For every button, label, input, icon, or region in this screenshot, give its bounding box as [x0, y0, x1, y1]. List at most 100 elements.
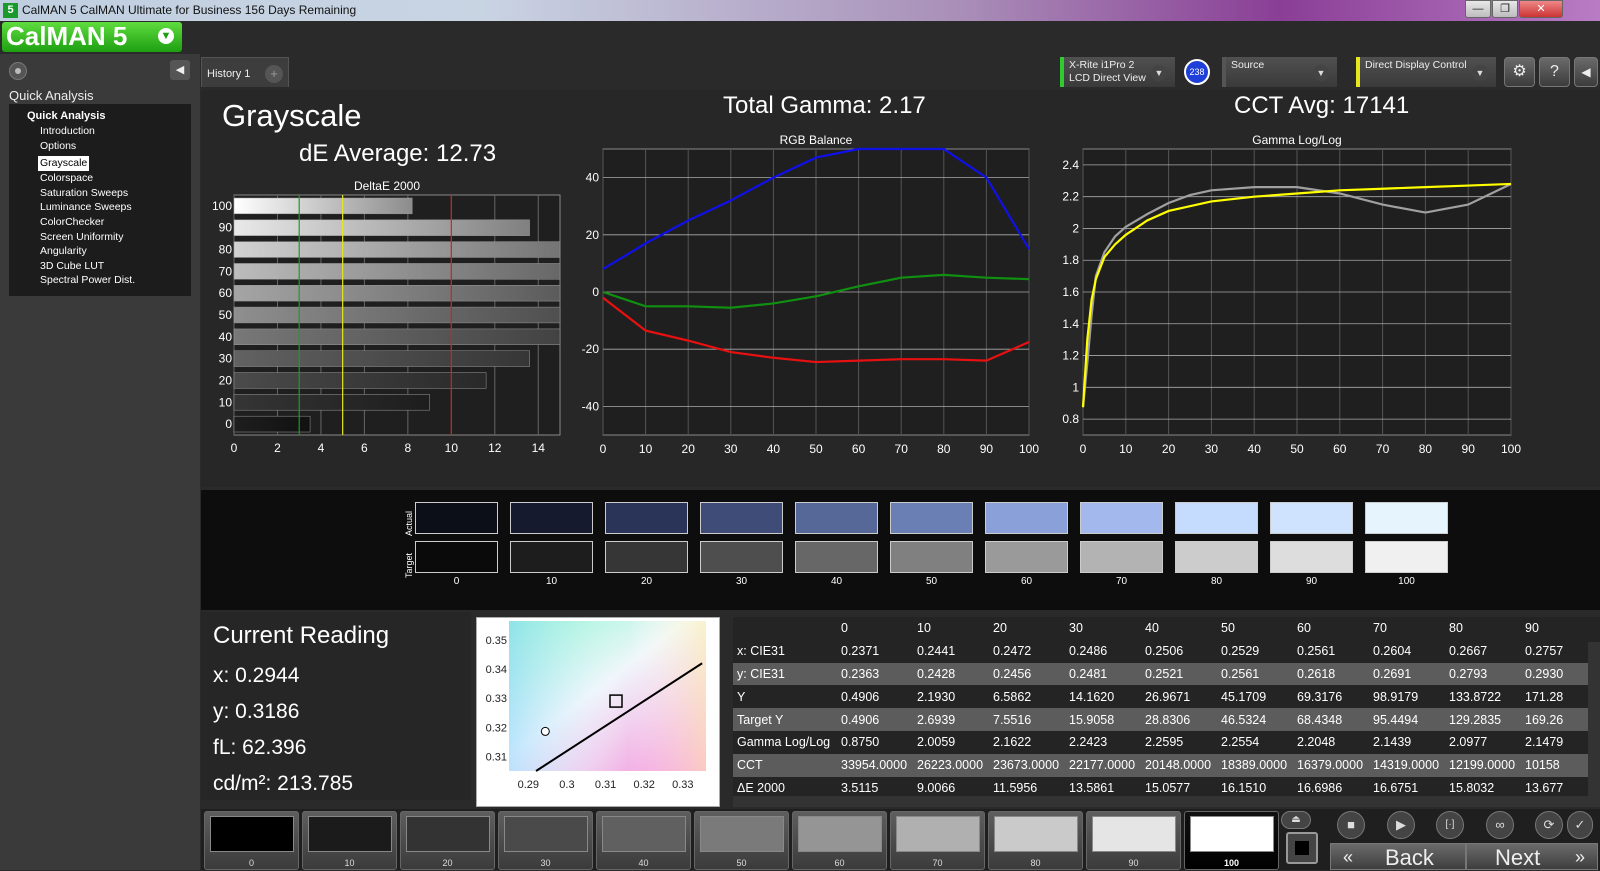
sidebar-item-saturation-sweeps[interactable]: Saturation Sweeps [40, 186, 191, 201]
column-header: 10 [917, 621, 931, 636]
restore-button[interactable]: ❐ [1492, 0, 1518, 18]
target-swatch [985, 541, 1068, 573]
sidebar-item-introduction[interactable]: Introduction [40, 124, 191, 139]
table-row[interactable]: Gamma Log/Log 0.8750 2.0059 2.1622 2.2423 2.2… [733, 731, 1591, 754]
patch-button-90[interactable]: 90 [1086, 811, 1181, 870]
x-tick-label: 14 [532, 441, 546, 455]
table-cell: 2.1930 [917, 689, 956, 704]
column-header: 60 [1297, 621, 1311, 636]
column-header: 70 [1373, 621, 1387, 636]
stop-all-button[interactable] [1286, 832, 1318, 864]
table-cell: 20148.0000 [1145, 758, 1212, 773]
back-button[interactable]: « Back [1330, 843, 1466, 870]
sidebar-item-3d-cube-lut[interactable]: 3D Cube LUT [40, 259, 191, 274]
table-cell: 2.1479 [1525, 735, 1564, 750]
patch-button-30[interactable]: 30 [498, 811, 593, 870]
table-row[interactable]: Y 0.4906 2.1930 6.5862 14.1620 26.9671 45.1709… [733, 685, 1591, 708]
stop-button[interactable]: ■ [1337, 811, 1365, 839]
source-selector[interactable]: Source ▼ [1222, 57, 1337, 87]
data-table-panel[interactable]: 0 10 20 30 40 50 60 70 80 90 x: CIE31 0.2371 0.2441 0… [733, 617, 1600, 807]
patch-button-50[interactable]: 50 [694, 811, 789, 870]
sidebar-item-options[interactable]: Options [40, 139, 191, 154]
x-tick-label: 30 [1205, 442, 1219, 456]
sidebar-item-grayscale[interactable]: Grayscale [38, 156, 90, 171]
add-tab-button[interactable]: + [265, 65, 283, 83]
eject-icon[interactable]: ⏏ [1281, 811, 1311, 829]
table-cell: 2.1622 [993, 735, 1032, 750]
tab-history-1[interactable]: History 1 + [201, 57, 289, 87]
next-button[interactable]: Next » [1466, 843, 1598, 870]
table-row[interactable]: x: CIE31 0.2371 0.2441 0.2472 0.2486 0.2506 0.… [733, 640, 1591, 663]
tree-root[interactable]: Quick Analysis [27, 110, 191, 122]
current-reading-title: Current Reading [213, 622, 390, 649]
table-cell: 0.2363 [841, 666, 880, 681]
table-cell: 129.2835 [1449, 712, 1502, 727]
x-tick-label: 20 [1162, 442, 1176, 456]
y-tick-label: 20 [586, 228, 600, 242]
play-button[interactable]: ▶ [1387, 811, 1415, 839]
home-icon[interactable] [9, 62, 27, 80]
patch-button-20[interactable]: 20 [400, 811, 495, 870]
row-header: y: CIE31 [737, 666, 785, 681]
swatch-label: 90 [1305, 576, 1318, 587]
meter-selector[interactable]: X-Rite i1Pro 2 LCD Direct View ▼ [1060, 57, 1175, 87]
patch-swatch [406, 816, 490, 852]
table-cell: 6.5862 [993, 689, 1032, 704]
sidebar-item-screen-uniformity[interactable]: Screen Uniformity [40, 230, 191, 245]
sidebar-item-luminance-sweeps[interactable]: Luminance Sweeps [40, 200, 191, 215]
y-tick-label: 1.2 [1062, 349, 1079, 363]
y-tick-label: 0.8 [1062, 412, 1079, 426]
close-button[interactable]: ✕ [1519, 0, 1563, 18]
x-tick-label: 0.33 [672, 779, 693, 791]
sidebar-item-colorchecker[interactable]: ColorChecker [40, 215, 191, 230]
y-tick-label: -40 [582, 399, 600, 413]
y-tick-label: 100 [212, 199, 232, 213]
collapse-right-button[interactable]: ◀ [1574, 57, 1598, 87]
help-button[interactable]: ? [1539, 57, 1570, 87]
patch-button-100[interactable]: 100 [1184, 811, 1279, 870]
display-selector[interactable]: Direct Display Control ▼ [1356, 57, 1496, 87]
loop-button[interactable]: ∞ [1486, 811, 1514, 839]
table-cell: 169.26 [1525, 712, 1564, 727]
sidebar-item-colorspace[interactable]: Colorspace [40, 171, 191, 186]
check-button[interactable]: ✓ [1567, 811, 1593, 839]
swatch-label: 50 [925, 576, 938, 587]
swatch-label: 30 [735, 576, 748, 587]
chevron-down-icon: ▼ [158, 28, 174, 44]
patch-button-40[interactable]: 40 [596, 811, 691, 870]
minimize-button[interactable]: — [1465, 0, 1491, 18]
y-tick-label: 0 [592, 285, 599, 299]
table-cell: 45.1709 [1221, 689, 1267, 704]
sidebar-item-spectral-power-dist-[interactable]: Spectral Power Dist. [40, 273, 191, 288]
x-tick-label: 100 [1501, 442, 1521, 456]
measure-button[interactable]: [·] [1436, 811, 1464, 839]
x-tick-label: 60 [1333, 442, 1347, 456]
table-row[interactable]: y: CIE31 0.2363 0.2428 0.2456 0.2481 0.2521 0.… [733, 662, 1591, 686]
patch-button-60[interactable]: 60 [792, 811, 887, 870]
vertical-scrollbar[interactable] [1588, 642, 1600, 802]
chevron-down-icon: ▼ [1472, 65, 1488, 81]
tree-row: 3D Cube LUT [27, 259, 191, 274]
bar [233, 394, 430, 411]
sidebar-item-angularity[interactable]: Angularity [40, 244, 191, 259]
calman-logo-menu[interactable]: CalMAN 5 ▼ [2, 22, 182, 52]
sidebar-collapse-button[interactable]: ◀ [170, 60, 190, 80]
patch-swatch [1190, 816, 1274, 852]
x-tick-label: 80 [937, 442, 951, 456]
next-label: Next [1495, 845, 1541, 870]
patch-button-70[interactable]: 70 [890, 811, 985, 870]
table-row[interactable]: Target Y 0.4906 2.6939 7.5516 15.9058 28.8306… [733, 708, 1591, 731]
column-header: 80 [1449, 621, 1463, 636]
y-tick-label: 1.8 [1062, 253, 1079, 267]
y-tick-label: 1 [1072, 380, 1079, 394]
patch-swatch [994, 816, 1078, 852]
refresh-button[interactable]: ⟳ [1535, 811, 1563, 839]
patch-button-10[interactable]: 10 [302, 811, 397, 870]
settings-button[interactable]: ⚙ [1504, 57, 1535, 87]
horizontal-scrollbar[interactable] [733, 796, 1600, 807]
y-tick-label: 0.34 [486, 664, 507, 676]
table-row[interactable]: CCT 33954.0000 26223.0000 23673.0000 22177.0… [733, 753, 1591, 777]
patch-button-80[interactable]: 80 [988, 811, 1083, 870]
patch-button-0[interactable]: 0 [204, 811, 299, 870]
x-tick-label: 0.29 [518, 779, 539, 791]
